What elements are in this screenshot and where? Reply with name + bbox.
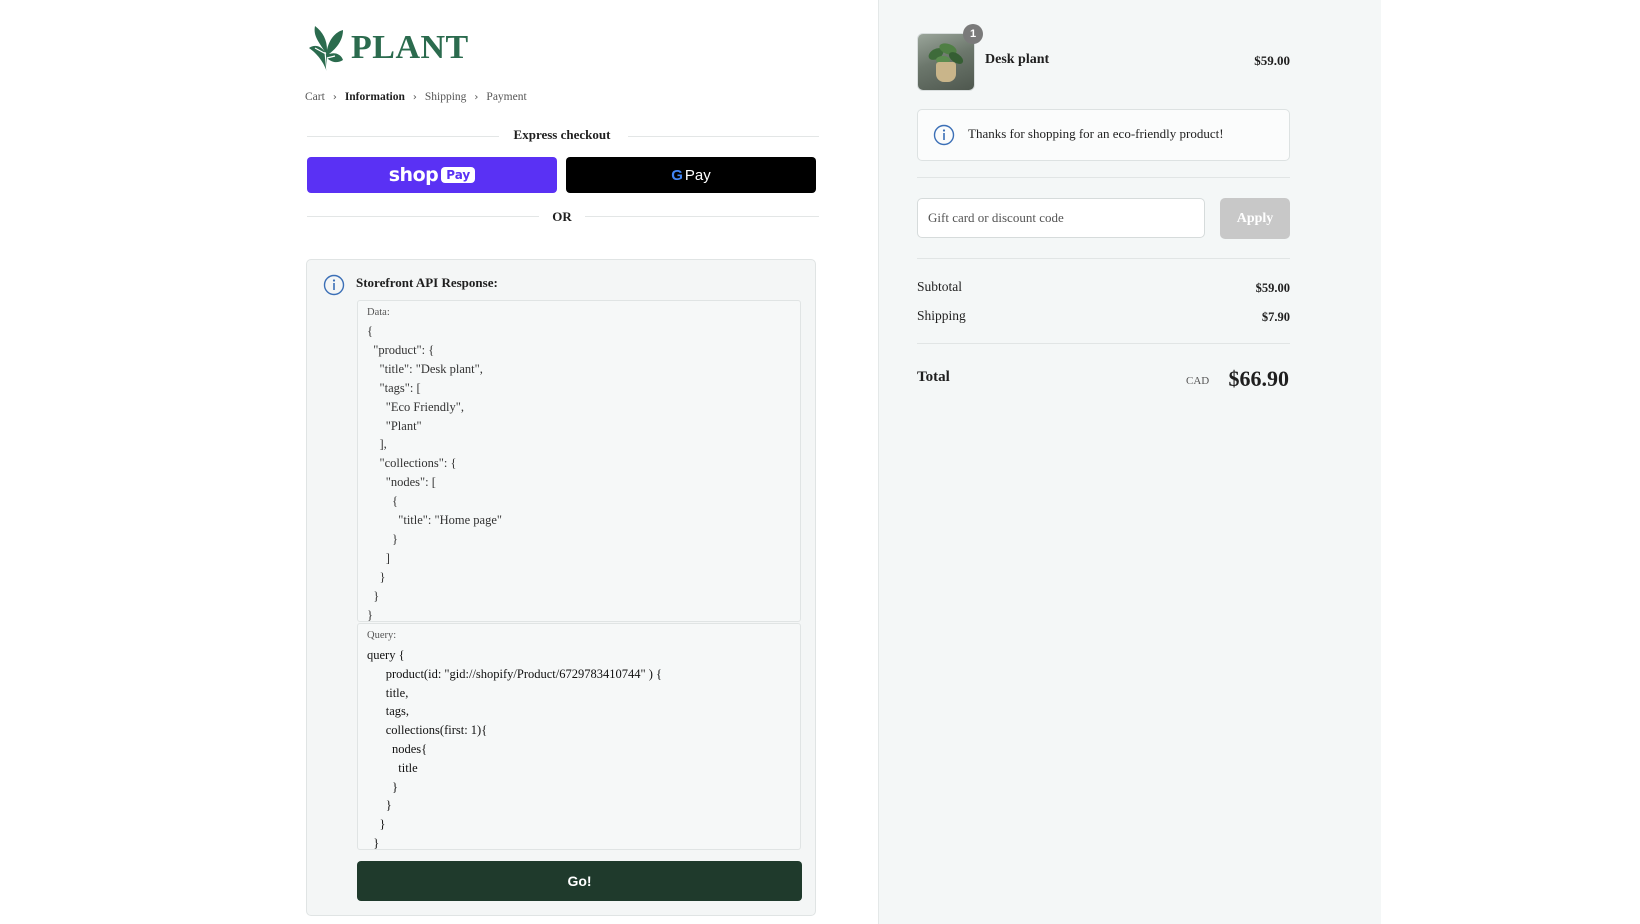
total-label: Total — [917, 369, 950, 385]
breadcrumb-information: Information — [344, 91, 405, 103]
or-separator: OR — [552, 209, 572, 224]
info-icon — [933, 124, 955, 146]
leaf-logo-icon — [309, 26, 343, 73]
query-text: query { product(id: "gid://shopify/Produ… — [367, 648, 663, 850]
eco-message-text: Thanks for shopping for an eco-friendly … — [968, 126, 1224, 141]
quantity-badge: 1 — [963, 24, 983, 44]
query-label: Query: — [367, 630, 397, 641]
eco-message-banner: Thanks for shopping for an eco-friendly … — [917, 109, 1290, 161]
shop-pay-word: shop — [388, 164, 439, 186]
api-response-panel: Storefront API Response: Data: { "produc… — [306, 259, 816, 916]
data-label: Data: — [367, 307, 390, 318]
subtotal-value: $59.00 — [1255, 281, 1290, 295]
google-g-icon: G — [671, 166, 683, 184]
divider — [917, 258, 1290, 259]
line-item: 1 Desk plant $59.00 — [917, 24, 1290, 91]
chevron-right-icon: › — [332, 91, 337, 103]
apply-discount-button[interactable]: Apply — [1220, 198, 1290, 239]
google-pay-text: Pay — [684, 166, 711, 184]
product-price: $59.00 — [1254, 53, 1290, 68]
shipping-value: $7.90 — [1261, 310, 1290, 324]
data-code-block[interactable]: Data: { "product": { "title": "Desk plan… — [357, 300, 801, 622]
shop-pay-button[interactable]: shop Pay — [307, 157, 557, 193]
google-pay-button[interactable]: G Pay — [566, 157, 816, 193]
query-code-block[interactable]: Query: query { product(id: "gid://shopif… — [357, 623, 801, 850]
brand-name: PLANT — [351, 29, 469, 66]
product-name: Desk plant — [985, 52, 1050, 67]
total-currency: CAD — [1186, 375, 1210, 387]
chevron-right-icon: › — [412, 91, 417, 103]
total-value: $66.90 — [1228, 366, 1290, 391]
brand-logo[interactable]: PLANT — [305, 22, 469, 74]
divider — [917, 343, 1290, 344]
info-icon — [323, 274, 345, 296]
shipping-label: Shipping — [917, 308, 966, 323]
breadcrumb-cart[interactable]: Cart — [305, 91, 325, 103]
api-response-title: Storefront API Response: — [356, 275, 498, 290]
plant-pot — [936, 62, 956, 82]
express-checkout-title: Express checkout — [513, 127, 611, 142]
subtotal-label: Subtotal — [917, 279, 963, 294]
data-json: { "product": { "title": "Desk plant", "t… — [367, 324, 502, 622]
breadcrumb-payment: Payment — [486, 91, 527, 103]
breadcrumb: Cart › Information › Shipping › Payment — [305, 91, 527, 103]
go-button[interactable]: Go! — [357, 861, 802, 901]
chevron-right-icon: › — [474, 91, 479, 103]
breadcrumb-shipping: Shipping — [424, 91, 467, 103]
divider — [917, 177, 1290, 178]
shop-pay-pill: Pay — [441, 167, 476, 183]
discount-code-input[interactable] — [917, 198, 1205, 238]
